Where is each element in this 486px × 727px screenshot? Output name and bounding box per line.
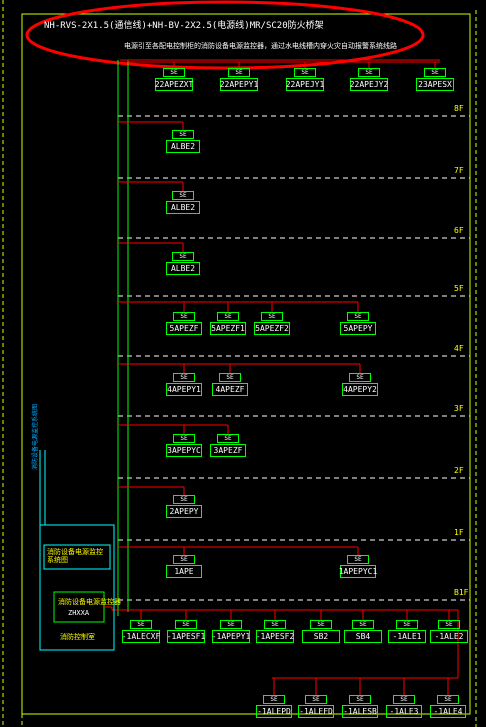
- se-module: SE: [172, 191, 194, 200]
- distribution-box: ALBE2: [166, 262, 200, 275]
- floor-label: 8F: [454, 104, 464, 113]
- distribution-box: -1ALE1: [388, 630, 426, 643]
- se-module: SE: [130, 620, 152, 629]
- room-label: 消防控制室: [60, 633, 95, 641]
- distribution-box: 3APEZF: [210, 444, 246, 457]
- floor-label: 1F: [454, 528, 464, 537]
- distribution-box: -1APESF1: [166, 630, 206, 643]
- distribution-box: 22APEZXT: [154, 78, 194, 91]
- se-module: SE: [358, 68, 380, 77]
- distribution-box: ALBE2: [166, 140, 200, 153]
- se-module: SE: [172, 252, 194, 261]
- se-module: SE: [163, 68, 185, 77]
- se-module: SE: [217, 434, 239, 443]
- distribution-box: SB4: [344, 630, 382, 643]
- panel-title: 消防设备电源监控系统图: [47, 548, 103, 564]
- se-module: SE: [173, 373, 195, 382]
- se-module: SE: [347, 312, 369, 321]
- floor-label: 2F: [454, 466, 464, 475]
- se-module: SE: [393, 695, 415, 704]
- distribution-box: -1ALE3: [386, 705, 422, 718]
- distribution-box: -1ALEPD: [256, 705, 292, 718]
- se-module: SE: [349, 695, 371, 704]
- distribution-box: 4APEPY2: [342, 383, 378, 396]
- se-module: SE: [437, 695, 459, 704]
- distribution-box: -1ALEFD: [298, 705, 334, 718]
- highlight-ellipse: [25, 0, 425, 70]
- se-module: SE: [352, 620, 374, 629]
- system-note: 电源引至各配电控制柜的消防设备电源监控器，通过水电线槽内穿火灾自动报警系统线路: [124, 42, 397, 50]
- distribution-box: 23APESX: [416, 78, 454, 91]
- distribution-box: 5APEZF: [166, 322, 202, 335]
- floor-label: 4F: [454, 344, 464, 353]
- se-module: SE: [438, 620, 460, 629]
- vertical-label: 消防设备电源监控系统图: [32, 403, 39, 470]
- floor-label: 5F: [454, 284, 464, 293]
- distribution-box: 4APEZF: [212, 383, 248, 396]
- distribution-box: SB2: [302, 630, 340, 643]
- floor-label: 3F: [454, 404, 464, 413]
- se-module: SE: [264, 620, 286, 629]
- distribution-box: 22APEPY1: [219, 78, 259, 91]
- se-module: SE: [310, 620, 332, 629]
- distribution-box: -1ALECXF: [121, 630, 161, 643]
- distribution-box: ALBE2: [166, 201, 200, 214]
- distribution-box: -1ALE4: [430, 705, 466, 718]
- se-module: SE: [172, 130, 194, 139]
- se-module: SE: [396, 620, 418, 629]
- se-module: SE: [261, 312, 283, 321]
- floor-label: 7F: [454, 166, 464, 175]
- distribution-box: 3APEPYC: [166, 444, 202, 457]
- distribution-box: 5APEZF1: [210, 322, 246, 335]
- distribution-box: 2APEPY: [166, 505, 202, 518]
- se-module: SE: [305, 695, 327, 704]
- distribution-box: -1APEPY1: [211, 630, 251, 643]
- se-module: SE: [228, 68, 250, 77]
- distribution-box: 4APEPY1: [166, 383, 202, 396]
- distribution-box: 22APEJY1: [285, 78, 325, 91]
- se-module: SE: [173, 495, 195, 504]
- cable-spec: NH-RVS-2X1.5(通信线)+NH-BV-2X2.5(电源线)MR/SC2…: [44, 21, 324, 31]
- se-module: SE: [173, 434, 195, 443]
- distribution-box: -1ALE2: [430, 630, 468, 643]
- se-module: SE: [220, 620, 242, 629]
- monitor-model: ZHXXA: [68, 609, 90, 617]
- distribution-box: -1ALESB: [342, 705, 378, 718]
- distribution-box: -1APESF2: [255, 630, 295, 643]
- distribution-box: 1APEPYC1: [338, 565, 378, 578]
- floor-label: B1F: [454, 588, 469, 597]
- distribution-box: 5APEZF2: [254, 322, 290, 335]
- floor-label: 6F: [454, 226, 464, 235]
- distribution-box: 5APEPY: [340, 322, 376, 335]
- se-module: SE: [294, 68, 316, 77]
- monitor-label: 消防设备电源监控器: [58, 598, 121, 606]
- se-module: SE: [217, 312, 239, 321]
- distribution-box: 1APE: [166, 565, 202, 578]
- se-module: SE: [219, 373, 241, 382]
- se-module: SE: [347, 555, 369, 564]
- se-module: SE: [173, 312, 195, 321]
- se-module: SE: [349, 373, 371, 382]
- se-module: SE: [175, 620, 197, 629]
- se-module: SE: [263, 695, 285, 704]
- distribution-box: 22APEJY2: [349, 78, 389, 91]
- se-module: SE: [173, 555, 195, 564]
- se-module: SE: [424, 68, 446, 77]
